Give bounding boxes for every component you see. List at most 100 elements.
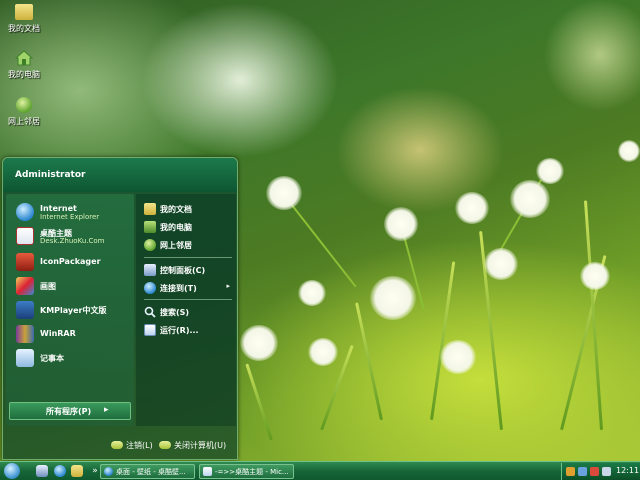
show-desktop-icon[interactable] [36, 465, 48, 477]
kmplayer-icon [16, 301, 34, 319]
flower [370, 276, 416, 320]
places-item-run[interactable]: 运行(R)... [142, 322, 234, 338]
all-programs-button[interactable]: 所有程序(P) ▸ [9, 402, 131, 420]
antivirus-icon[interactable] [578, 467, 587, 476]
computer-icon [144, 221, 156, 233]
logoff-icon [111, 441, 123, 449]
arrow-right-icon: ▸ [104, 405, 109, 415]
folder-icon [15, 4, 33, 20]
taskbar: » 桌面 - 壁纸 - 桌酷壁... -=>>桌酷主题 - Mic... 12:… [0, 461, 640, 480]
folder-icon [144, 203, 156, 215]
pinned-item-internet[interactable]: Internet Internet Explorer [12, 200, 130, 224]
task-button-zhuoku[interactable]: -=>>桌酷主题 - Mic... [199, 464, 294, 479]
places-label: 连接到(T) [160, 284, 197, 293]
security-icon[interactable] [590, 467, 599, 476]
start-menu-header: Administrator [3, 158, 237, 192]
clock[interactable]: 12:11 [616, 466, 639, 475]
recent-item-notepad[interactable]: 记事本 [12, 346, 130, 370]
flower [266, 176, 302, 210]
item-title: WinRAR [40, 329, 76, 338]
grass-blade [583, 200, 603, 431]
places-label: 我的电脑 [160, 223, 192, 232]
flower [455, 192, 489, 224]
places-label: 运行(R)... [160, 326, 199, 335]
flower [510, 180, 550, 218]
item-title: Internet [40, 204, 77, 213]
all-programs-label: 所有程序(P) [46, 407, 92, 416]
recent-item-iconpackager[interactable]: IconPackager [12, 250, 130, 274]
pinned-item-zhuoku[interactable]: 桌酷主题 Desk.ZhuoKu.Com [12, 224, 130, 248]
places-item-search[interactable]: 搜索(S) [142, 304, 234, 320]
flower [618, 140, 640, 162]
places-panel: 我的文档 我的电脑 网上邻居 控制面板(C) 连接到(T) ▸ 搜索(S) 运行… [136, 194, 236, 426]
search-icon [144, 306, 156, 318]
places-label: 搜索(S) [160, 308, 190, 317]
places-label: 控制面板(C) [160, 266, 206, 275]
shutdown-label: 关闭计算机(U) [174, 441, 227, 450]
control-panel-icon [144, 264, 156, 276]
recent-item-paint[interactable]: 画图 [12, 274, 130, 298]
iconpackager-icon [16, 253, 34, 271]
desktop-icon-my-computer[interactable]: 我的电脑 [2, 50, 46, 80]
system-tray: 12:11 [561, 463, 640, 480]
task-label: 桌面 - 壁纸 - 桌酷壁... [116, 468, 186, 476]
task-label: -=>>桌酷主题 - Mic... [215, 468, 289, 476]
zhuoku-icon [16, 227, 34, 245]
network-icon[interactable] [566, 467, 575, 476]
ie-icon[interactable] [54, 465, 66, 477]
programs-panel: Internet Internet Explorer 桌酷主题 Desk.Zhu… [6, 194, 134, 426]
flower [308, 338, 338, 366]
desktop-icon-label: 我的电脑 [8, 70, 40, 79]
flower [580, 262, 610, 290]
start-button[interactable] [4, 463, 20, 479]
recent-item-winrar[interactable]: WinRAR [12, 322, 130, 346]
notepad-icon [16, 349, 34, 367]
item-title: 画图 [40, 282, 56, 291]
user-name: Administrator [15, 170, 86, 180]
item-subtitle: Desk.ZhuoKu.Com [40, 237, 105, 245]
start-menu-footer: 注销(L) 关闭计算机(U) [3, 428, 237, 460]
flower-stem [287, 199, 357, 288]
separator [144, 257, 232, 258]
item-title: IconPackager [40, 257, 101, 266]
item-title: KMPlayer中文版 [40, 306, 107, 315]
volume-icon[interactable] [602, 467, 611, 476]
desktop-icon-network[interactable]: 网上邻居 [2, 97, 46, 127]
flower [384, 207, 418, 241]
grass-blade [355, 302, 383, 421]
power-icon [159, 441, 171, 449]
flower [240, 325, 278, 361]
recent-item-kmplayer[interactable]: KMPlayer中文版 [12, 298, 130, 322]
flower [484, 248, 518, 280]
submenu-arrow-icon: ▸ [226, 282, 230, 290]
desktop-icon-label: 网上邻居 [8, 117, 40, 126]
flower [536, 158, 564, 184]
places-item-control-panel[interactable]: 控制面板(C) [142, 262, 234, 278]
connect-icon [144, 282, 156, 294]
places-item-connect-to[interactable]: 连接到(T) ▸ [142, 280, 234, 296]
places-label: 网上邻居 [160, 241, 192, 250]
globe-icon [144, 239, 156, 251]
logoff-label: 注销(L) [126, 441, 153, 450]
places-item-network[interactable]: 网上邻居 [142, 237, 234, 253]
paint-icon [16, 277, 34, 295]
start-menu: Administrator Internet Internet Explorer… [2, 157, 238, 460]
media-player-icon[interactable] [71, 465, 83, 477]
ie-icon [104, 467, 113, 476]
places-item-my-computer[interactable]: 我的电脑 [142, 219, 234, 235]
places-item-my-documents[interactable]: 我的文档 [142, 201, 234, 217]
item-subtitle: Internet Explorer [40, 213, 100, 221]
places-label: 我的文档 [160, 205, 192, 214]
flower [440, 340, 476, 374]
run-icon [144, 324, 156, 336]
home-icon [14, 50, 34, 66]
desktop-icon-my-documents[interactable]: 我的文档 [2, 4, 46, 34]
doc-icon [203, 467, 212, 476]
separator [144, 299, 232, 300]
task-button-wallpaper[interactable]: 桌面 - 壁纸 - 桌酷壁... [100, 464, 195, 479]
winrar-icon [16, 325, 34, 343]
item-title: 记事本 [40, 354, 64, 363]
flower [298, 280, 326, 306]
ie-icon [16, 203, 34, 221]
grass-blade [245, 363, 273, 441]
